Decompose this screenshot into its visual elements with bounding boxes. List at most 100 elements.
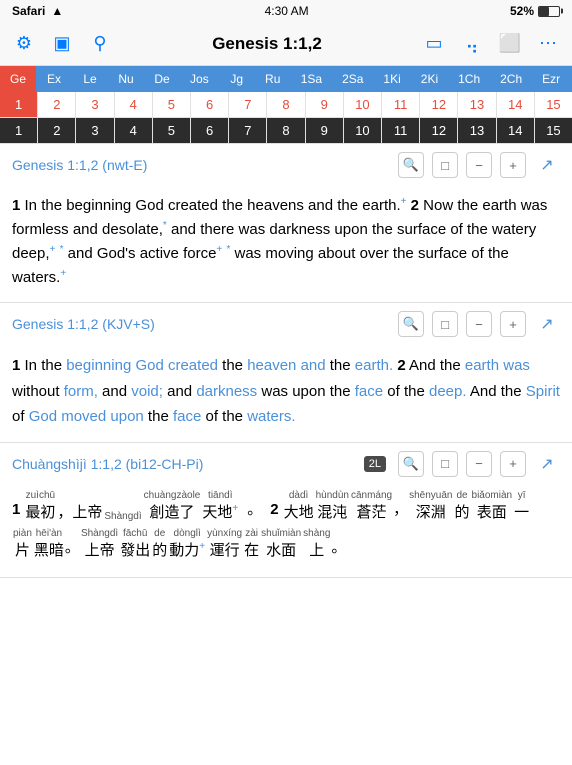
nwt-v2-sup2: + — [50, 244, 56, 255]
chapter-6-red[interactable]: 6 — [191, 92, 229, 117]
cn-section: Chuàngshìjì 1:1,2 (bi12-CH-Pi) 2L 🔍 □ − … — [0, 443, 572, 578]
chapter-7-dark[interactable]: 7 — [229, 118, 267, 143]
tab-ex[interactable]: Ex — [36, 66, 72, 92]
chapter-8-dark[interactable]: 8 — [267, 118, 305, 143]
book-icon[interactable]: ▣ — [50, 32, 74, 56]
tab-de[interactable]: De — [144, 66, 180, 92]
search-icon[interactable]: ⚲ — [88, 32, 112, 56]
cn-v2b-w9: shuǐmiàn 水面 — [261, 527, 301, 561]
nwt-plus-icon[interactable]: + — [500, 152, 526, 178]
tab-2sa[interactable]: 2Sa — [332, 66, 373, 92]
kjv-v2-hl5: face — [355, 383, 383, 400]
tab-2ki[interactable]: 2Ki — [411, 66, 448, 92]
chapter-13-red[interactable]: 13 — [458, 92, 496, 117]
cn-v2b-w4: fāchū 發出 — [120, 527, 150, 561]
kjv-v2-hl7: Spirit — [526, 383, 560, 400]
chapter-4-dark[interactable]: 4 — [115, 118, 153, 143]
tab-ge[interactable]: Ge — [0, 66, 36, 92]
cn-v1-w3: chuàngzàole 創造了 — [144, 489, 201, 523]
chapter-2-dark[interactable]: 2 — [38, 118, 76, 143]
cn-v2-num: 2 — [270, 496, 278, 523]
chapter-15-red[interactable]: 15 — [535, 92, 572, 117]
cn-content: 1 zuìchū 最初 ，上帝 Shàngdì chuàngzàole 創造了 … — [0, 485, 572, 577]
chapter-11-dark[interactable]: 11 — [382, 118, 420, 143]
cn-title: Chuàngshìjì 1:1,2 (bi12-CH-Pi) — [12, 456, 203, 472]
tab-ezr[interactable]: Ezr — [532, 66, 570, 92]
nwt-minus-icon[interactable]: − — [466, 152, 492, 178]
cn-section-header: Chuàngshìjì 1:1,2 (bi12-CH-Pi) 2L 🔍 □ − … — [0, 443, 572, 485]
chapter-10-dark[interactable]: 10 — [344, 118, 382, 143]
cn-minus-icon[interactable]: − — [466, 451, 492, 477]
settings-icon[interactable]: ⚙ — [12, 32, 36, 56]
chapter-12-dark[interactable]: 12 — [420, 118, 458, 143]
cn-v2b-end: 。 — [331, 534, 346, 561]
more-icon[interactable]: ⋯ — [536, 32, 560, 56]
nav-left-icons: ⚙ ▣ ⚲ — [12, 32, 112, 56]
kjv-expand-icon[interactable]: ↗ — [534, 311, 560, 337]
layers-icon[interactable]: ⬜ — [498, 32, 522, 56]
kjv-search-icon[interactable]: 🔍 — [398, 311, 424, 337]
chapter-6-dark[interactable]: 6 — [191, 118, 229, 143]
kjv-section: Genesis 1:1,2 (KJV+S) 🔍 □ − + ↗ 1 In the… — [0, 303, 572, 443]
cn-v1-comma: ，上帝 — [57, 502, 102, 523]
chapter-12-red[interactable]: 12 — [420, 92, 458, 117]
cn-v2b-w10: shàng 上 — [303, 527, 330, 561]
nwt-expand-icon[interactable]: ↗ — [534, 152, 560, 178]
chapter-5-red[interactable]: 5 — [153, 92, 191, 117]
kjv-minus-icon[interactable]: − — [466, 311, 492, 337]
tab-le[interactable]: Le — [72, 66, 108, 92]
tab-1ch[interactable]: 1Ch — [448, 66, 490, 92]
chapter-14-red[interactable]: 14 — [497, 92, 535, 117]
tab-ru[interactable]: Ru — [255, 66, 291, 92]
chapter-1-dark[interactable]: 1 — [0, 118, 38, 143]
chapter-14-dark[interactable]: 14 — [497, 118, 535, 143]
tab-jos[interactable]: Jos — [180, 66, 219, 92]
tab-nu[interactable]: Nu — [108, 66, 144, 92]
kjv-content: 1 In the beginning God created the heave… — [0, 345, 572, 442]
cn-verse2-line2: piàn 片 hēi'àn 黑暗 。 Shàngdì 上帝 fāchū 發出 d… — [12, 527, 560, 561]
kjv-v2-hl1: earth was — [465, 357, 530, 374]
tab-1sa[interactable]: 1Sa — [291, 66, 332, 92]
chapter-9-red[interactable]: 9 — [306, 92, 344, 117]
chapter-4-red[interactable]: 4 — [115, 92, 153, 117]
cn-comment-icon[interactable]: □ — [432, 451, 458, 477]
kjv-comment-icon[interactable]: □ — [432, 311, 458, 337]
chapter-10-red[interactable]: 10 — [344, 92, 382, 117]
chapter-7-red[interactable]: 7 — [229, 92, 267, 117]
chapter-9-dark[interactable]: 9 — [306, 118, 344, 143]
chapter-15-dark[interactable]: 15 — [535, 118, 572, 143]
chapter-1-red[interactable]: 1 — [0, 92, 38, 117]
cn-verse1-line: 1 zuìchū 最初 ，上帝 Shàngdì chuàngzàole 創造了 … — [12, 489, 560, 523]
nav-bar: ⚙ ▣ ⚲ Genesis 1:1,2 ▭ ⢤ ⬜ ⋯ — [0, 22, 572, 66]
chapter-11-red[interactable]: 11 — [382, 92, 420, 117]
nwt-v2-sup6: + — [60, 268, 66, 279]
nwt-v1-num: 1 — [12, 197, 20, 214]
nwt-search-icon[interactable]: 🔍 — [398, 152, 424, 178]
cn-v1-w2: Shàngdì — [104, 510, 141, 523]
cn-v1-w1: zuìchū 最初 — [25, 489, 55, 523]
chapter-13-dark[interactable]: 13 — [458, 118, 496, 143]
chapter-3-dark[interactable]: 3 — [76, 118, 114, 143]
cn-v2-w7: yī 一 — [514, 489, 529, 523]
bookmark-icon[interactable]: ⢤ — [460, 32, 484, 56]
battery-icon — [538, 6, 560, 17]
kjv-plus-icon[interactable]: + — [500, 311, 526, 337]
tab-2ch[interactable]: 2Ch — [490, 66, 532, 92]
tab-1ki[interactable]: 1Ki — [373, 66, 410, 92]
chapter-5-dark[interactable]: 5 — [153, 118, 191, 143]
status-left: Safari ▲ — [12, 4, 63, 18]
tab-jg[interactable]: Jg — [219, 66, 255, 92]
nwt-v2-sup1: * — [163, 220, 167, 231]
nwt-comment-icon[interactable]: □ — [432, 152, 458, 178]
chapter-3-red[interactable]: 3 — [76, 92, 114, 117]
cn-v2b-w8: zài 在 — [244, 527, 259, 561]
kjv-v1-hl3: earth. — [355, 357, 393, 374]
cn-plus-icon[interactable]: + — [500, 451, 526, 477]
cn-v2b-w1: piàn 片 — [13, 527, 32, 561]
chapter-8-red[interactable]: 8 — [267, 92, 305, 117]
nwt-v2-sup4: + — [216, 244, 222, 255]
chapter-2-red[interactable]: 2 — [38, 92, 76, 117]
display-icon[interactable]: ▭ — [422, 32, 446, 56]
cn-expand-icon[interactable]: ↗ — [534, 451, 560, 477]
cn-search-icon[interactable]: 🔍 — [398, 451, 424, 477]
